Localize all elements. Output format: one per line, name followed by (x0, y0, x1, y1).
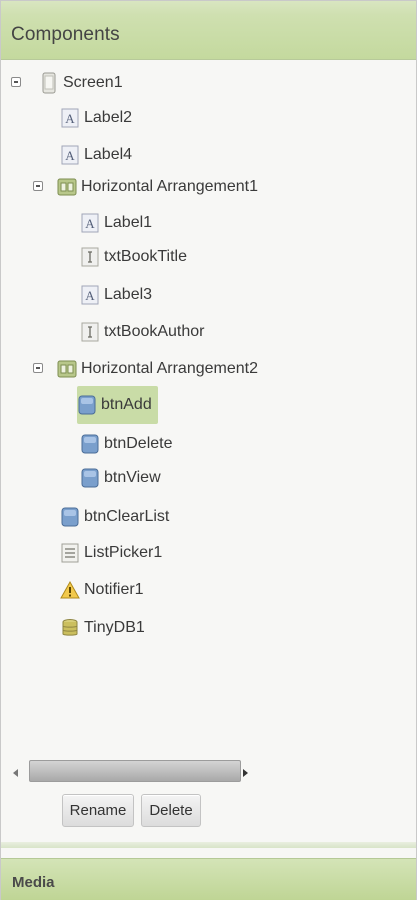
tree-item-label: btnView (104, 469, 161, 486)
svg-text:A: A (85, 216, 95, 231)
media-header[interactable]: Media (1, 858, 416, 900)
arrangement-icon (57, 176, 77, 198)
delete-button[interactable]: Delete (141, 794, 201, 827)
tree-item-label: Horizontal Arrangement2 (81, 360, 258, 377)
tree-item-listpicker1[interactable]: ListPicker1 (60, 539, 162, 567)
warning-icon (60, 579, 80, 601)
tree-item-label4[interactable]: A Label4 (60, 141, 132, 169)
tree-item-label: btnDelete (104, 435, 173, 452)
tree-item-label: txtBookTitle (104, 248, 187, 265)
tree-item-horizontal-arrangement1[interactable]: Horizontal Arrangement1 (57, 173, 258, 201)
tree-item-label: Notifier1 (84, 581, 144, 598)
collapse-toggle-icon[interactable] (33, 181, 43, 191)
collapse-toggle-icon[interactable] (11, 77, 21, 87)
tree-item-tinydb1[interactable]: TinyDB1 (60, 614, 145, 642)
tree-item-label: Label4 (84, 146, 133, 163)
tree-item-label: txtBookAuthor (104, 323, 205, 340)
tree-item-btnadd[interactable]: btnAdd (77, 386, 158, 424)
components-title: Components (11, 24, 120, 45)
tree-item-label: Label2 (84, 109, 133, 126)
panel-divider (1, 842, 416, 848)
tree-item-btnview[interactable]: btnView (80, 464, 161, 492)
label-icon: A (60, 144, 80, 166)
collapse-toggle-icon[interactable] (33, 363, 43, 373)
listpicker-icon (60, 542, 80, 564)
tree-item-notifier1[interactable]: Notifier1 (60, 576, 144, 604)
textbox-icon (80, 321, 100, 343)
tree-item-horizontal-arrangement2[interactable]: Horizontal Arrangement2 (57, 355, 258, 383)
label-icon: A (60, 107, 80, 129)
textbox-icon (80, 246, 100, 268)
button-icon (80, 467, 100, 489)
tree-item-label3[interactable]: A Label3 (80, 281, 152, 309)
button-icon (77, 394, 97, 416)
scrollbar-thumb[interactable] (29, 760, 241, 782)
tree-item-btnclearlist[interactable]: btnClearList (60, 503, 169, 531)
button-icon (60, 506, 80, 528)
tree-item-label: Horizontal Arrangement1 (81, 178, 258, 195)
tree-item-label: TinyDB1 (84, 619, 145, 636)
tree-item-btndelete[interactable]: btnDelete (80, 430, 173, 458)
label-icon: A (80, 212, 100, 234)
label-icon: A (80, 284, 100, 306)
tree-item-label: Screen1 (63, 74, 123, 91)
tree-item-screen1[interactable]: Screen1 (39, 69, 123, 97)
component-tree: Screen1 A Label2 A Label4 Horizontal Arr… (1, 59, 416, 749)
tree-item-label: btnClearList (84, 508, 170, 525)
database-icon (60, 617, 80, 639)
screen-icon (39, 72, 59, 94)
tree-item-label: Label1 (104, 214, 153, 231)
svg-text:A: A (65, 148, 75, 163)
tree-item-label1[interactable]: A Label1 (80, 209, 152, 237)
tree-item-label: ListPicker1 (84, 544, 163, 561)
components-header: Components (1, 1, 416, 60)
tree-item-label: Label3 (104, 286, 153, 303)
scroll-left-arrow-icon[interactable] (10, 766, 22, 778)
svg-text:A: A (65, 111, 75, 126)
scroll-right-arrow-icon[interactable] (239, 766, 251, 778)
rename-button[interactable]: Rename (62, 794, 134, 827)
horizontal-scrollbar[interactable] (10, 758, 255, 784)
button-icon (80, 433, 100, 455)
tree-item-label: btnAdd (101, 396, 152, 413)
tree-item-txtbooktitle[interactable]: txtBookTitle (80, 243, 187, 271)
arrangement-icon (57, 358, 77, 380)
svg-text:A: A (85, 288, 95, 303)
tree-item-label2[interactable]: A Label2 (60, 104, 132, 132)
tree-item-txtbookauthor[interactable]: txtBookAuthor (80, 318, 205, 346)
components-panel: Components Screen1 A Label2 A Label4 Hor… (0, 0, 417, 900)
media-title: Media (12, 874, 55, 891)
